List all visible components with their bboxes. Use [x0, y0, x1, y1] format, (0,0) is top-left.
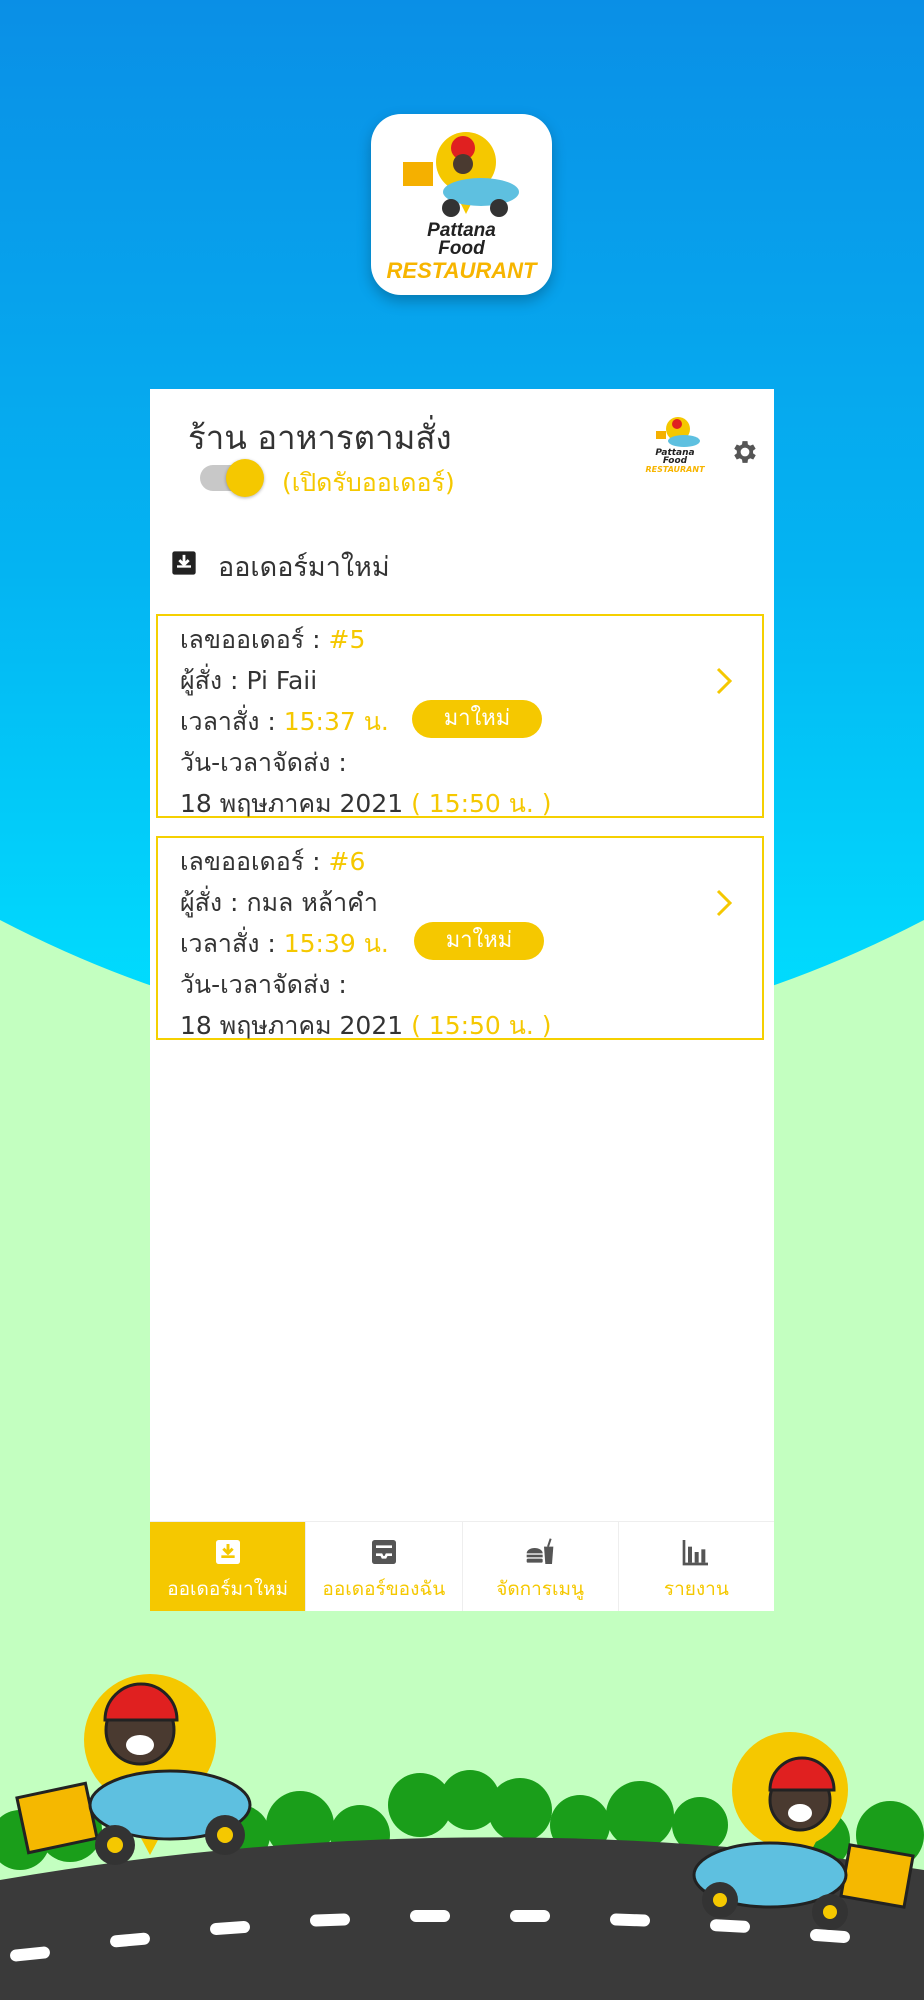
open-orders-toggle[interactable]: [200, 459, 264, 497]
brand-subtitle: RESTAURANT: [386, 258, 537, 283]
open-status-label: (เปิดรับออเดอร์): [282, 468, 455, 497]
order-time: เวลาสั่ง : 15:37 น.: [180, 707, 389, 736]
scooter-bear-icon: [656, 417, 700, 447]
new-order-badge: มาใหม่: [414, 922, 544, 960]
order-number: เลขออเดอร์ : #6: [180, 847, 366, 876]
gear-icon[interactable]: [730, 437, 760, 467]
bar-chart-icon: [683, 1540, 709, 1566]
delivery-label: วัน-เวลาจัดส่ง :: [180, 970, 347, 999]
inbox-download-icon: [172, 551, 196, 575]
chevron-right-icon: [716, 889, 733, 917]
order-customer: ผู้สั่ง : กมล หล้าคำ: [180, 888, 378, 917]
restaurant-logo: Pattana Food RESTAURANT: [644, 413, 706, 477]
order-card[interactable]: เลขออเดอร์ : #5 ผู้สั่ง : Pi Faii เวลาสั…: [156, 614, 764, 818]
shop-name: ร้าน อาหารตามสั่ง: [188, 418, 452, 457]
order-card[interactable]: เลขออเดอร์ : #6 ผู้สั่ง : กมล หล้าคำ เวล…: [156, 836, 764, 1040]
road-scene-illustration: [0, 1674, 924, 2000]
delivery-datetime: 18 พฤษภาคม 2021 ( 15:50 น. ): [180, 789, 552, 818]
inbox-tray-icon: [371, 1540, 396, 1564]
order-time: เวลาสั่ง : 15:39 น.: [180, 929, 389, 958]
chevron-right-icon: [716, 667, 733, 695]
brand-name: Pattana Food: [427, 220, 496, 259]
delivery-datetime: 18 พฤษภาคม 2021 ( 15:50 น. ): [180, 1011, 552, 1040]
order-customer: ผู้สั่ง : Pi Faii: [180, 666, 318, 695]
tab-report[interactable]: รายงาน: [618, 1522, 774, 1611]
bottom-tab-bar: ออเดอร์มาใหม่ ออเดอร์ของฉัน จัดการเมนู ร…: [150, 1521, 774, 1611]
delivery-label: วัน-เวลาจัดส่ง :: [180, 748, 347, 777]
section-title: ออเดอร์มาใหม่: [218, 552, 390, 583]
inbox-download-icon: [215, 1540, 240, 1564]
tab-my-orders[interactable]: ออเดอร์ของฉัน: [306, 1522, 463, 1611]
order-number: เลขออเดอร์ : #5: [180, 625, 366, 654]
app-screen: ร้าน อาหารตามสั่ง (เปิดรับออเดอร์) Patta…: [150, 389, 774, 1611]
tab-manage-menu[interactable]: จัดการเมนู: [462, 1522, 619, 1611]
toggle-knob: [226, 459, 264, 497]
scooter-bear-icon: [403, 132, 519, 217]
mini-brand-name: Pattana Food: [655, 448, 695, 466]
mini-brand-subtitle: RESTAURANT: [645, 465, 705, 474]
tab-new-orders[interactable]: ออเดอร์มาใหม่: [150, 1522, 307, 1611]
new-order-badge: มาใหม่: [412, 700, 542, 738]
food-drink-icon: [526, 1538, 554, 1564]
scooter-bear-left: [15, 1674, 252, 1865]
app-logo: Pattana Food RESTAURANT: [371, 114, 552, 295]
